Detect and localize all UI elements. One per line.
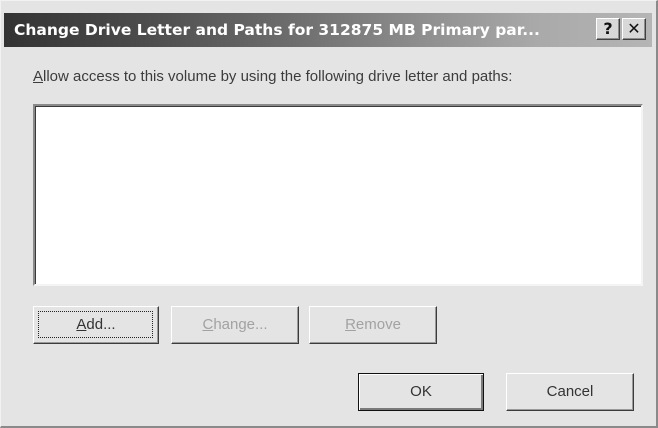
remove-button-label: emove [355,316,401,333]
ok-button[interactable]: OK [358,373,484,411]
description-mnemonic: A [33,68,44,85]
remove-button[interactable]: Remove [309,306,437,344]
add-button[interactable]: Add... [33,306,159,344]
close-icon: ✕ [627,19,641,38]
change-button-label: hange... [213,316,268,333]
title-bar[interactable]: Change Drive Letter and Paths for 312875… [4,13,652,47]
cancel-button[interactable]: Cancel [506,373,634,411]
close-button[interactable]: ✕ [622,18,646,40]
add-button-mnemonic: A [76,316,87,333]
change-button-mnemonic: C [202,316,214,333]
description-label: Allow access to this volume by using the… [33,67,512,87]
change-drive-letter-dialog: Change Drive Letter and Paths for 312875… [0,0,658,428]
help-button[interactable]: ? [596,18,620,40]
remove-button-mnemonic: R [345,316,356,333]
change-button[interactable]: Change... [171,306,299,344]
add-button-label: dd... [86,316,116,333]
description-text: llow access to this volume by using the … [43,68,513,85]
help-icon: ? [603,19,613,38]
drive-paths-list[interactable] [33,104,643,286]
dialog-title: Change Drive Letter and Paths for 312875… [14,21,540,39]
